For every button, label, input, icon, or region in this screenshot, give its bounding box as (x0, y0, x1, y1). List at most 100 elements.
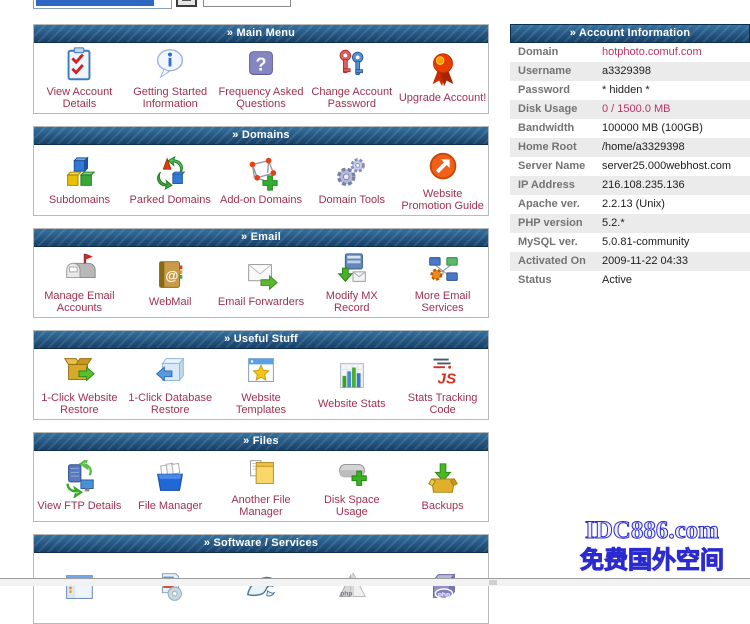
menu-item-label: Stats Tracking Code (398, 392, 487, 416)
account-row-value: 216.108.235.136 (602, 176, 685, 195)
clipboard-checks-icon (60, 46, 98, 84)
header-marker: » (227, 27, 233, 39)
file-box-icon (151, 460, 189, 498)
section-title: Useful Stuff (234, 333, 298, 345)
menu-item-parked-domains[interactable]: Parked Domains (125, 145, 216, 215)
watermark-line1: IDC886.com (585, 517, 719, 544)
server-mail-icon (333, 250, 371, 288)
header-marker: » (570, 27, 576, 39)
menu-item-label: Add-on Domains (220, 194, 302, 206)
menu-item-software-1[interactable] (34, 553, 125, 623)
menu-item-label: Change Account Password (307, 86, 396, 110)
promotion-arrow-icon (424, 148, 462, 186)
account-row-value: server25.000webhost.com (602, 157, 731, 176)
menu-item-another-file-manager[interactable]: Another File Manager (216, 451, 307, 521)
menu-item-website-stats[interactable]: Website Stats (306, 349, 397, 419)
menu-item-subdomains[interactable]: Subdomains (34, 145, 125, 215)
menu-item-label: Manage Email Accounts (35, 290, 124, 314)
menu-item-disk-space[interactable]: Disk Space Usage (306, 451, 397, 521)
menu-item-webmail[interactable]: @ WebMail (125, 247, 216, 317)
account-row-label: Domain (510, 43, 602, 62)
go-button-glyph (182, 0, 191, 1)
menu-item-software-2[interactable] (125, 553, 216, 623)
account-row-php-version: PHP version5.2.* (510, 214, 750, 233)
menu-item-label: Backups (421, 500, 463, 512)
menu-item-more-email-services[interactable]: More Email Services (397, 247, 488, 317)
account-row-disk-usage: Disk Usage0 / 1500.0 MB (510, 100, 750, 119)
menu-item-upgrade-account[interactable]: Upgrade Account! (397, 43, 488, 113)
menu-item-email-forwarders[interactable]: Email Forwarders (216, 247, 307, 317)
menu-item-label: Another File Manager (217, 494, 306, 518)
menu-item-software-4[interactable]: php (306, 553, 397, 623)
menu-item-label: Parked Domains (130, 194, 211, 206)
account-row-value: 5.2.* (602, 214, 625, 233)
header-marker: » (204, 537, 210, 549)
section-title: Files (253, 435, 279, 447)
menu-item-stats-tracking[interactable]: JS Stats Tracking Code (397, 349, 488, 419)
menu-item-domain-tools[interactable]: Domain Tools (306, 145, 397, 215)
menu-item-label: Website Promotion Guide (398, 188, 487, 212)
info-bubble-icon (151, 46, 189, 84)
menu-item-software-3[interactable] (216, 553, 307, 623)
menu-item-label: 1-Click Website Restore (35, 392, 124, 416)
backup-box-icon (424, 460, 462, 498)
menu-item-addon-domains[interactable]: Add-on Domains (216, 145, 307, 215)
account-panel-title: Account Information (579, 27, 690, 39)
account-row-value: 2009-11-22 04:33 (602, 252, 688, 271)
section-title: Main Menu (236, 27, 295, 39)
cube-restore-icon (151, 352, 189, 390)
disk-plus-icon (333, 454, 371, 492)
gears-icon (333, 154, 371, 192)
menu-item-label: Getting Started Information (126, 86, 215, 110)
account-row-label: MySQL ver. (510, 233, 602, 252)
header-marker: » (224, 333, 230, 345)
account-row-label: IP Address (510, 176, 602, 195)
keys-icon (333, 46, 371, 84)
account-row-value[interactable]: 0 / 1500.0 MB (602, 100, 671, 119)
menu-item-website-templates[interactable]: Website Templates (216, 349, 307, 419)
account-row-home-root: Home Root/home/a3329398 (510, 138, 750, 157)
account-row-bandwidth: Bandwidth100000 MB (100GB) (510, 119, 750, 138)
menu-item-label: View Account Details (35, 86, 124, 110)
ftp-server-icon (60, 460, 98, 498)
account-row-value: 2.2.13 (Unix) (602, 195, 665, 214)
award-ribbon-icon (424, 52, 462, 90)
menu-item-getting-started[interactable]: Getting Started Information (125, 43, 216, 113)
section-title: Domains (242, 129, 290, 141)
menu-item-label: WebMail (149, 296, 192, 308)
section-useful-stuff: » Useful Stuff 1-Click Website Restore 1… (33, 330, 489, 420)
section-title: Email (251, 231, 281, 243)
create-new-button[interactable]: Create New (203, 0, 291, 7)
menu-item-modify-mx[interactable]: Modify MX Record (306, 247, 397, 317)
domain-select[interactable] (33, 0, 172, 9)
go-button[interactable] (176, 0, 197, 7)
account-row-value[interactable]: hotphoto.comuf.com (602, 43, 702, 62)
menu-item-faq[interactable]: ? Frequency Asked Questions (216, 43, 307, 113)
envelope-forward-icon (242, 256, 280, 294)
menu-item-software-5[interactable]: php (397, 553, 488, 623)
section-domains: » Domains Subdomains Parked Domains Add-… (33, 126, 489, 216)
menu-item-website-promotion[interactable]: Website Promotion Guide (397, 145, 488, 215)
box-restore-icon (60, 352, 98, 390)
account-row-value: 5.0.81-community (602, 233, 689, 252)
svg-text:@: @ (166, 268, 179, 283)
account-row-value: 100000 MB (100GB) (602, 119, 703, 138)
header-marker: » (232, 129, 238, 141)
account-row-label: Home Root (510, 138, 602, 157)
menu-item-manage-email[interactable]: Manage Email Accounts (34, 247, 125, 317)
bar-chart-icon (333, 358, 371, 396)
section-files: » Files View FTP Details File Manager An… (33, 432, 489, 522)
domain-select-selection (36, 0, 154, 6)
menu-item-file-manager[interactable]: File Manager (125, 451, 216, 521)
menu-item-database-restore[interactable]: 1-Click Database Restore (125, 349, 216, 419)
menu-item-view-ftp[interactable]: View FTP Details (34, 451, 125, 521)
menu-item-label: Email Forwarders (218, 296, 304, 308)
account-row-value: * hidden * (602, 81, 650, 100)
watermark-line2: 免费国外空间 (580, 546, 724, 574)
php-cube-icon: php (424, 568, 462, 606)
menu-item-backups[interactable]: Backups (397, 451, 488, 521)
account-row-status: StatusActive (510, 271, 750, 290)
menu-item-website-restore[interactable]: 1-Click Website Restore (34, 349, 125, 419)
menu-item-view-account-details[interactable]: View Account Details (34, 43, 125, 113)
menu-item-change-password[interactable]: Change Account Password (306, 43, 397, 113)
